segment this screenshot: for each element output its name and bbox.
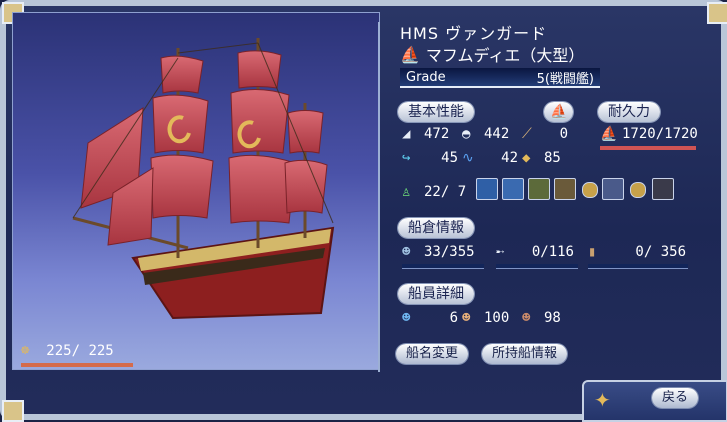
durability-stat: ⛵ 1720/1720 — [600, 126, 698, 142]
grade-box: Grade 5(戦闘艦) — [400, 68, 600, 88]
corner-ornament — [2, 400, 24, 422]
armor-stat: ◆ 85 — [522, 150, 561, 166]
ship-info-panel: HMS ヴァンガード ⛵ マフムディエ（大型） Grade 5(戦闘艦) 基本性… — [392, 16, 702, 376]
potion-icon: ♙ — [402, 184, 411, 200]
cargo-sailors-bar — [402, 264, 484, 269]
ship-type: マフムディエ（大型） — [425, 46, 585, 65]
equip-slot-medal-icon[interactable] — [582, 182, 598, 198]
navigator-icon: ☻ — [462, 310, 471, 326]
grade-label: Grade — [406, 69, 446, 85]
crew-readout: ☸ 225/ 225 — [21, 343, 114, 359]
helm-icon: ☸ — [21, 343, 30, 359]
crew-value: 225/ 225 — [46, 343, 114, 359]
ship-name: HMS ヴァンガード — [400, 24, 548, 43]
equip-slot-cannon-icon[interactable] — [554, 178, 576, 200]
crew-bar — [21, 363, 133, 367]
turning-stat: ↪ 45 — [402, 150, 458, 166]
cargo-header: 船倉情報 — [398, 218, 474, 238]
corner-ornament — [707, 2, 727, 24]
sailor-icon: ☻ — [402, 244, 411, 260]
ship-type-row: ⛵ マフムディエ（大型） — [400, 42, 584, 66]
equip-slot-upgrade-icon[interactable] — [502, 178, 524, 200]
owned-ships-button[interactable]: 所持船情報 — [482, 344, 568, 364]
wave-resistance-stat: ∿ 42 — [462, 150, 518, 166]
cannon-slots-stat: ♙ 22/ 7 — [402, 184, 466, 200]
durability-header: 耐久力 — [598, 102, 660, 122]
cargo-cannons-stat: ➸ 0/116 — [496, 244, 574, 260]
turning-icon: ↪ — [402, 150, 411, 166]
compass-icon: ✦ — [594, 388, 611, 412]
oar-icon: ⟋ — [522, 126, 532, 142]
crew-fighters-stat: ☻ 6 — [402, 310, 458, 326]
rowing-value: 0 — [559, 126, 568, 142]
vertical-sail-stat: ◢ 472 — [402, 126, 449, 142]
crew-fighters-value: 6 — [449, 310, 458, 326]
crew-navigators-value: 100 — [484, 310, 510, 326]
armor-icon: ◆ — [522, 150, 531, 166]
cargo-sailors-stat: ☻ 33/355 — [402, 244, 475, 260]
panel-divider — [378, 22, 380, 372]
crew-workers-value: 98 — [544, 310, 561, 326]
equip-slot-special-icon[interactable] — [652, 178, 674, 200]
crew-header: 船員詳細 — [398, 284, 474, 304]
turning-value: 45 — [441, 150, 458, 166]
cannon-icon: ➸ — [496, 244, 505, 260]
fighter-icon: ☻ — [402, 310, 411, 326]
equip-slot-armor-icon[interactable] — [528, 178, 550, 200]
ship-type-icon: ⛵ — [400, 44, 420, 64]
vertical-sail-icon: ◢ — [402, 126, 411, 142]
cargo-goods-value: 0/ 356 — [635, 244, 686, 260]
cargo-goods-bar — [588, 264, 688, 269]
crew-navigators-stat: ☻ 100 — [462, 310, 509, 326]
worker-icon: ☻ — [522, 310, 531, 326]
ship-illustration — [72, 38, 335, 320]
durability-bar — [600, 146, 696, 150]
barrel-icon: ▮ — [588, 244, 597, 260]
equip-slot-rope-icon[interactable] — [476, 178, 498, 200]
back-button[interactable]: 戻る — [652, 388, 699, 408]
cargo-cannons-value: 0/116 — [531, 244, 574, 260]
ship-preview-panel: ☸ 225/ 225 — [12, 12, 380, 370]
vertical-sail-value: 472 — [424, 126, 450, 142]
cannon-slots-value: 22/ 7 — [424, 184, 467, 200]
equip-slot-emblem-icon[interactable] — [630, 182, 646, 198]
horizontal-sail-value: 442 — [484, 126, 510, 142]
durability-value: 1720/1720 — [622, 126, 698, 142]
cargo-goods-stat: ▮ 0/ 356 — [588, 244, 686, 260]
grade-value: 5(戦闘艦) — [536, 71, 594, 87]
ship-view-icon: ⛵ — [550, 104, 568, 120]
crew-workers-stat: ☻ 98 — [522, 310, 561, 326]
basic-stats-header: 基本性能 — [398, 102, 474, 122]
wave-resistance-value: 42 — [501, 150, 518, 166]
equip-slot-figurehead-icon[interactable] — [602, 178, 624, 200]
cargo-cannons-bar — [496, 264, 578, 269]
cargo-sailors-value: 33/355 — [424, 244, 475, 260]
wave-icon: ∿ — [462, 150, 474, 166]
horizontal-sail-icon: ◓ — [462, 126, 471, 142]
back-button-frame: ✦ 戻る — [582, 380, 727, 422]
armor-value: 85 — [544, 150, 561, 166]
rowing-stat: ⟋ 0 — [522, 126, 568, 142]
rename-ship-button[interactable]: 船名変更 — [396, 344, 469, 364]
ship-view-button[interactable]: ⛵ — [544, 102, 574, 122]
durability-icon: ⛵ — [600, 126, 618, 142]
horizontal-sail-stat: ◓ 442 — [462, 126, 509, 142]
